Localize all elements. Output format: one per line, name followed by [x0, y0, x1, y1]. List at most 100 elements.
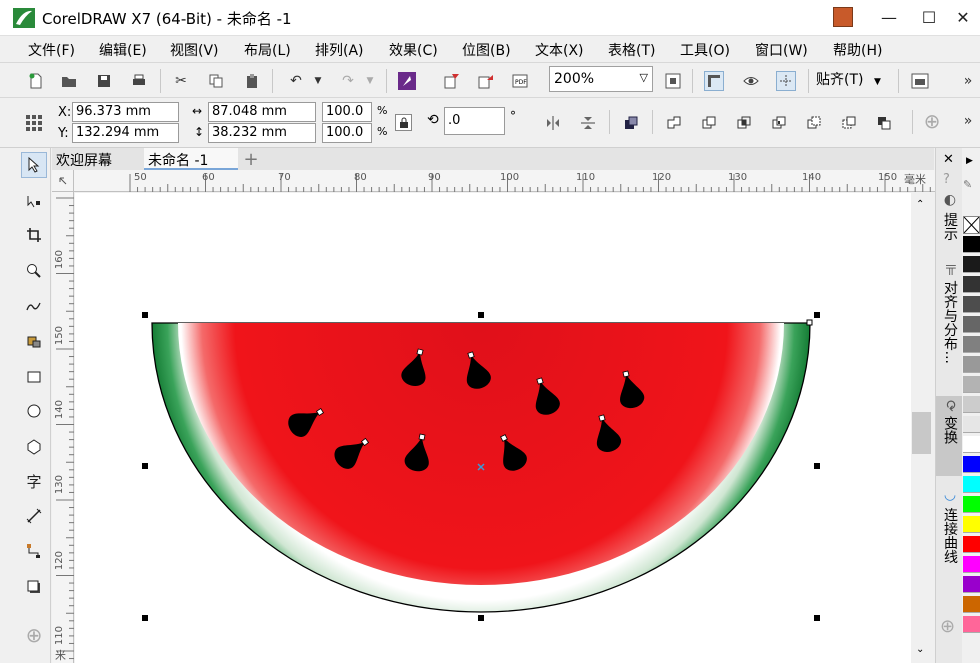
- full-screen-preview-icon[interactable]: [663, 71, 683, 91]
- open-folder-icon[interactable]: [59, 71, 79, 91]
- trim-icon[interactable]: [699, 113, 719, 133]
- close-button[interactable]: ✕: [940, 0, 980, 34]
- color-swatch[interactable]: [963, 396, 980, 413]
- parallel-dimension-tool-icon[interactable]: [21, 503, 47, 529]
- menu-layout[interactable]: 布局(L): [244, 40, 291, 60]
- rectangle-tool-icon[interactable]: [21, 364, 47, 390]
- object-width-field[interactable]: 87.048 mm: [208, 102, 316, 122]
- color-swatch[interactable]: [963, 536, 980, 553]
- new-document-icon[interactable]: [26, 71, 46, 91]
- scale-width-field[interactable]: 100.0: [322, 102, 372, 122]
- cut-icon[interactable]: ✂: [171, 71, 191, 91]
- color-swatch[interactable]: [963, 236, 980, 253]
- scale-height-field[interactable]: 100.0: [322, 123, 372, 143]
- y-position-field[interactable]: 132.294 mm: [72, 123, 179, 143]
- mirror-horizontal-icon[interactable]: [543, 113, 563, 133]
- docker-tab-align-distribute[interactable]: ⊫ 对齐与分布...: [936, 260, 963, 390]
- undo-dropdown-icon[interactable]: ▼: [308, 71, 328, 91]
- tab-welcome-screen[interactable]: 欢迎屏幕: [52, 148, 116, 170]
- docker-tab-hints[interactable]: ◐ 提示: [936, 188, 963, 268]
- user-avatar-icon[interactable]: [833, 7, 853, 27]
- ellipse-tool-icon[interactable]: [21, 398, 47, 424]
- show-grid-icon[interactable]: [741, 71, 761, 91]
- zoom-level-select[interactable]: 200% ▽: [549, 66, 653, 92]
- color-swatch[interactable]: [963, 576, 980, 593]
- color-swatch[interactable]: [963, 296, 980, 313]
- export-icon[interactable]: [476, 71, 496, 91]
- color-swatch[interactable]: [963, 476, 980, 493]
- color-swatch[interactable]: [963, 376, 980, 393]
- palette-scroll-up-icon[interactable]: ▶: [966, 156, 973, 166]
- add-tool-icon[interactable]: ⊕: [21, 622, 47, 648]
- menu-tools[interactable]: 工具(O): [680, 40, 730, 60]
- menu-effects[interactable]: 效果(C): [389, 40, 438, 60]
- crop-tool-icon[interactable]: [21, 222, 47, 248]
- x-position-field[interactable]: 96.373 mm: [72, 102, 179, 122]
- menu-bitmaps[interactable]: 位图(B): [462, 40, 511, 60]
- front-minus-back-icon[interactable]: [804, 113, 824, 133]
- color-swatch[interactable]: [963, 316, 980, 333]
- connector-tool-icon[interactable]: [21, 538, 47, 564]
- options-icon[interactable]: [910, 71, 930, 91]
- watermelon-flesh[interactable]: [178, 323, 784, 585]
- search-content-icon[interactable]: [397, 71, 417, 91]
- menu-text[interactable]: 文本(X): [535, 40, 584, 60]
- eyedropper-icon[interactable]: ✎: [963, 178, 972, 191]
- freehand-tool-icon[interactable]: [21, 293, 47, 319]
- scroll-up-icon[interactable]: ⌃: [916, 199, 924, 210]
- add-docker-icon[interactable]: ⊕: [940, 616, 955, 637]
- color-swatch[interactable]: [963, 336, 980, 353]
- show-rulers-icon[interactable]: [704, 71, 724, 91]
- zoom-tool-icon[interactable]: [21, 258, 47, 284]
- pick-tool-icon[interactable]: [21, 152, 47, 178]
- menu-arrange[interactable]: 排列(A): [315, 40, 364, 60]
- import-icon[interactable]: [442, 71, 462, 91]
- color-swatch[interactable]: [963, 516, 980, 533]
- shape-tool-icon[interactable]: [21, 188, 47, 214]
- reference-point-icon[interactable]: [24, 113, 44, 137]
- print-icon[interactable]: [129, 71, 149, 91]
- back-minus-front-icon[interactable]: [839, 113, 859, 133]
- menu-help[interactable]: 帮助(H): [833, 40, 882, 60]
- menu-table[interactable]: 表格(T): [608, 40, 655, 60]
- vertical-scrollbar-thumb[interactable]: [912, 412, 931, 454]
- object-height-field[interactable]: 38.232 mm: [208, 123, 316, 143]
- drop-shadow-tool-icon[interactable]: [21, 574, 47, 600]
- node-handle[interactable]: [806, 319, 813, 326]
- weld-icon[interactable]: [664, 113, 684, 133]
- add-icon[interactable]: ⊕: [922, 109, 942, 133]
- simplify-icon[interactable]: [769, 113, 789, 133]
- text-tool-icon[interactable]: 字: [21, 468, 47, 494]
- color-swatch[interactable]: [963, 596, 980, 613]
- redo-dropdown-icon[interactable]: ▼: [360, 71, 380, 91]
- intersect-icon[interactable]: [734, 113, 754, 133]
- close-docker-icon[interactable]: ✕: [943, 152, 954, 167]
- menu-view[interactable]: 视图(V): [170, 40, 219, 60]
- drawing-canvas[interactable]: [75, 193, 911, 663]
- docker-tab-transform[interactable]: ⟳ 变换: [936, 396, 963, 476]
- combine-icon[interactable]: [621, 113, 641, 133]
- color-swatch[interactable]: [963, 256, 980, 273]
- color-swatch[interactable]: [963, 276, 980, 293]
- snap-to-dropdown[interactable]: 贴齐(T) ▼: [816, 69, 881, 89]
- paste-icon[interactable]: [242, 71, 262, 91]
- color-swatch[interactable]: [963, 456, 980, 473]
- publish-pdf-icon[interactable]: PDF: [510, 71, 530, 91]
- color-swatch[interactable]: [963, 616, 980, 633]
- copy-icon[interactable]: [206, 71, 226, 91]
- property-bar-overflow-icon[interactable]: »: [958, 111, 978, 131]
- vertical-ruler[interactable]: 160 150 140 130 120 110 米: [52, 192, 74, 663]
- color-swatch[interactable]: [963, 416, 980, 433]
- redo-icon[interactable]: ↷: [338, 71, 358, 91]
- menu-edit[interactable]: 编辑(E): [99, 40, 147, 60]
- polygon-tool-icon[interactable]: [21, 434, 47, 460]
- mirror-vertical-icon[interactable]: [578, 113, 598, 133]
- undo-icon[interactable]: ↶: [286, 71, 306, 91]
- smart-fill-tool-icon[interactable]: [21, 328, 47, 354]
- no-color-swatch[interactable]: [963, 216, 980, 234]
- ruler-origin[interactable]: [52, 170, 74, 192]
- menu-file[interactable]: 文件(F): [28, 40, 75, 60]
- menu-window[interactable]: 窗口(W): [755, 40, 808, 60]
- color-swatch[interactable]: [963, 436, 980, 453]
- docker-tab-connector[interactable]: ◡ 连接曲线: [936, 483, 963, 593]
